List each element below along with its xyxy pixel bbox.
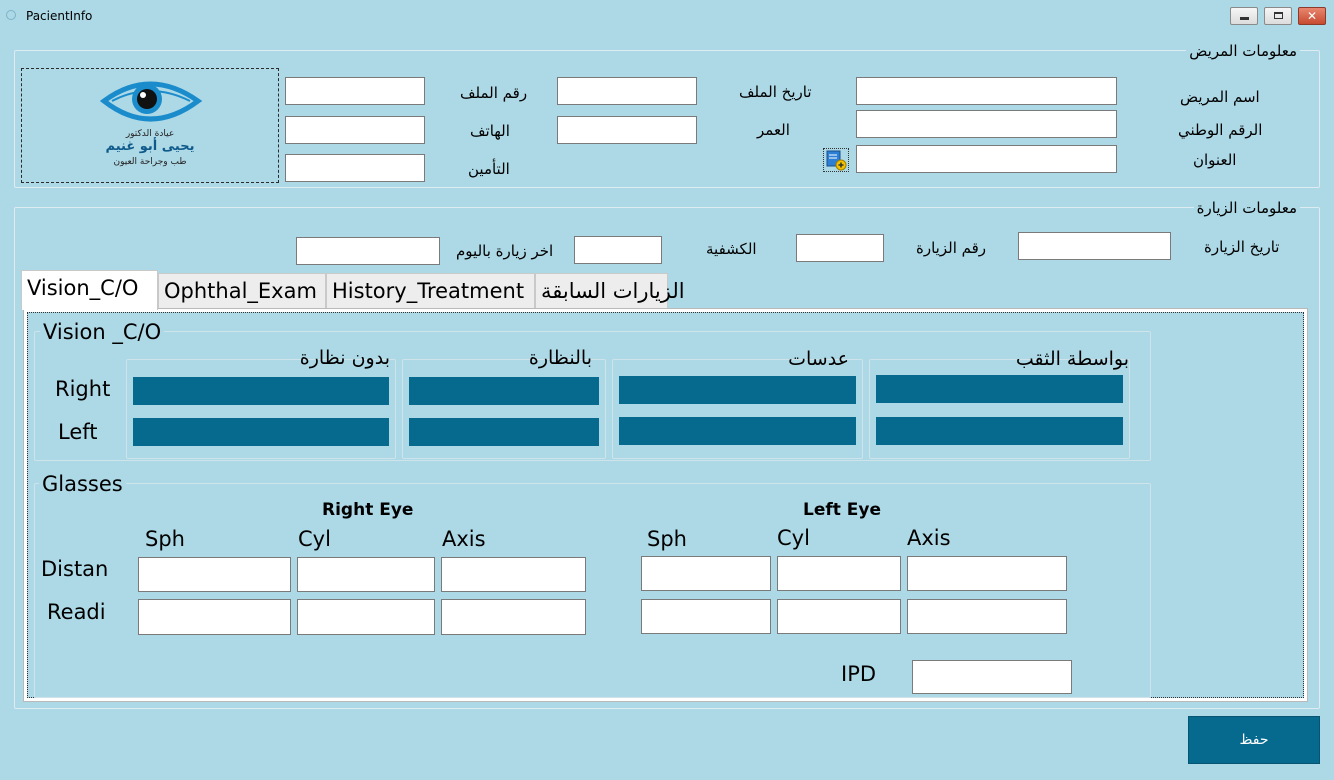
visit-info-legend: معلومات الزيارة <box>1193 199 1300 217</box>
vision-left-pinhole-input[interactable] <box>876 417 1123 445</box>
right-sph-label: Sph <box>145 527 185 551</box>
last-visit-input[interactable] <box>296 237 440 265</box>
logo-line-3: طب وجراحة العيون <box>113 157 187 167</box>
vision-col-no-glasses-label: بدون نظارة <box>299 347 390 369</box>
ipd-label: IPD <box>841 662 877 686</box>
vision-left-label: Left <box>58 420 98 444</box>
age-label: العمر <box>757 121 790 139</box>
title-bar <box>0 0 1334 32</box>
left-cyl-label: Cyl <box>777 526 810 550</box>
vision-right-no-glasses-input[interactable] <box>133 377 389 405</box>
vision-left-lenses-input[interactable] <box>619 417 856 445</box>
maximize-button[interactable] <box>1264 7 1292 25</box>
vision-right-pinhole-input[interactable] <box>876 375 1123 403</box>
left-distance-cyl-input[interactable] <box>777 556 901 591</box>
ipd-input[interactable] <box>912 660 1072 694</box>
file-no-input[interactable] <box>285 77 425 105</box>
file-date-label: تاريخ الملف <box>739 83 812 101</box>
address-input[interactable] <box>856 145 1117 173</box>
right-reading-cyl-input[interactable] <box>297 599 435 635</box>
minimize-icon <box>1240 17 1249 20</box>
patient-name-label: اسم المريض <box>1180 88 1260 106</box>
window-title: PacientInfo <box>26 9 93 23</box>
right-eye-title: Right Eye <box>322 500 414 520</box>
tab-previous-visits[interactable]: الزيارات السابقة <box>535 273 685 309</box>
clinic-logo: عيادة الدكتور يحيى أبو غنيم طب وجراحة ال… <box>21 68 279 183</box>
left-reading-cyl-input[interactable] <box>777 599 901 634</box>
vision-co-legend: Vision _C/O <box>40 320 165 344</box>
left-sph-label: Sph <box>647 527 687 551</box>
left-distance-sph-input[interactable] <box>641 556 771 591</box>
phone-input[interactable] <box>285 116 425 144</box>
visit-date-label: تاريخ الزيارة <box>1204 238 1280 256</box>
patient-info-legend: معلومات المريض <box>1186 42 1300 60</box>
vision-right-with-glasses-input[interactable] <box>409 377 599 405</box>
national-id-label: الرقم الوطني <box>1178 121 1263 139</box>
fee-input[interactable] <box>574 236 662 264</box>
distance-label: Distan <box>41 557 109 581</box>
save-button[interactable]: حفظ <box>1188 716 1320 764</box>
right-distance-axis-input[interactable] <box>441 557 586 592</box>
add-document-icon <box>826 150 847 171</box>
maximize-icon <box>1274 12 1283 19</box>
phone-label: الهاتف <box>470 122 510 140</box>
vision-left-with-glasses-input[interactable] <box>409 418 599 446</box>
vision-col-with-glasses-label: بالنظارة <box>528 347 592 369</box>
national-id-input[interactable] <box>856 110 1117 138</box>
vision-right-lenses-input[interactable] <box>619 376 856 404</box>
vision-col-pinhole-label: بواسطة الثقب <box>1015 348 1129 370</box>
address-label: العنوان <box>1193 151 1237 169</box>
logo-line-1: عيادة الدكتور <box>125 129 175 139</box>
insurance-label: التأمين <box>468 160 510 178</box>
vision-left-no-glasses-input[interactable] <box>133 418 389 446</box>
right-reading-axis-input[interactable] <box>441 599 586 635</box>
fee-label: الكشفية <box>706 240 757 258</box>
file-no-label: رقم الملف <box>460 84 528 102</box>
age-input[interactable] <box>557 116 697 144</box>
right-distance-cyl-input[interactable] <box>297 557 435 592</box>
reading-label: Readi <box>47 600 106 624</box>
tab-ophthal-exam[interactable]: Ophthal_Exam <box>158 273 326 309</box>
tab-history-treatment[interactable]: History_Treatment <box>326 273 535 309</box>
logo-line-2: يحيى أبو غنيم <box>105 139 195 154</box>
right-reading-sph-input[interactable] <box>138 599 291 635</box>
left-reading-axis-input[interactable] <box>907 599 1067 634</box>
visit-no-label: رقم الزيارة <box>916 239 987 257</box>
tab-vision-co[interactable]: Vision_C/O <box>21 270 158 310</box>
patient-name-input[interactable] <box>856 77 1117 105</box>
right-axis-label: Axis <box>442 527 486 551</box>
visit-no-input[interactable] <box>796 234 884 262</box>
left-distance-axis-input[interactable] <box>907 556 1067 591</box>
close-icon: ✕ <box>1306 9 1318 23</box>
vision-col-lenses-label: عدسات <box>788 348 849 370</box>
add-address-button[interactable] <box>823 148 849 172</box>
left-eye-title: Left Eye <box>803 500 882 520</box>
right-distance-sph-input[interactable] <box>138 557 291 592</box>
vision-right-label: Right <box>55 377 111 401</box>
last-visit-label: اخر زيارة باليوم <box>456 242 554 260</box>
glasses-legend: Glasses <box>39 472 126 496</box>
insurance-input[interactable] <box>285 154 425 182</box>
minimize-button[interactable] <box>1230 7 1258 25</box>
left-axis-label: Axis <box>907 526 951 550</box>
file-date-input[interactable] <box>557 77 697 105</box>
visit-date-input[interactable] <box>1018 232 1171 260</box>
right-cyl-label: Cyl <box>298 527 331 551</box>
close-button[interactable]: ✕ <box>1298 7 1326 25</box>
left-reading-sph-input[interactable] <box>641 599 771 634</box>
app-icon <box>6 10 16 20</box>
